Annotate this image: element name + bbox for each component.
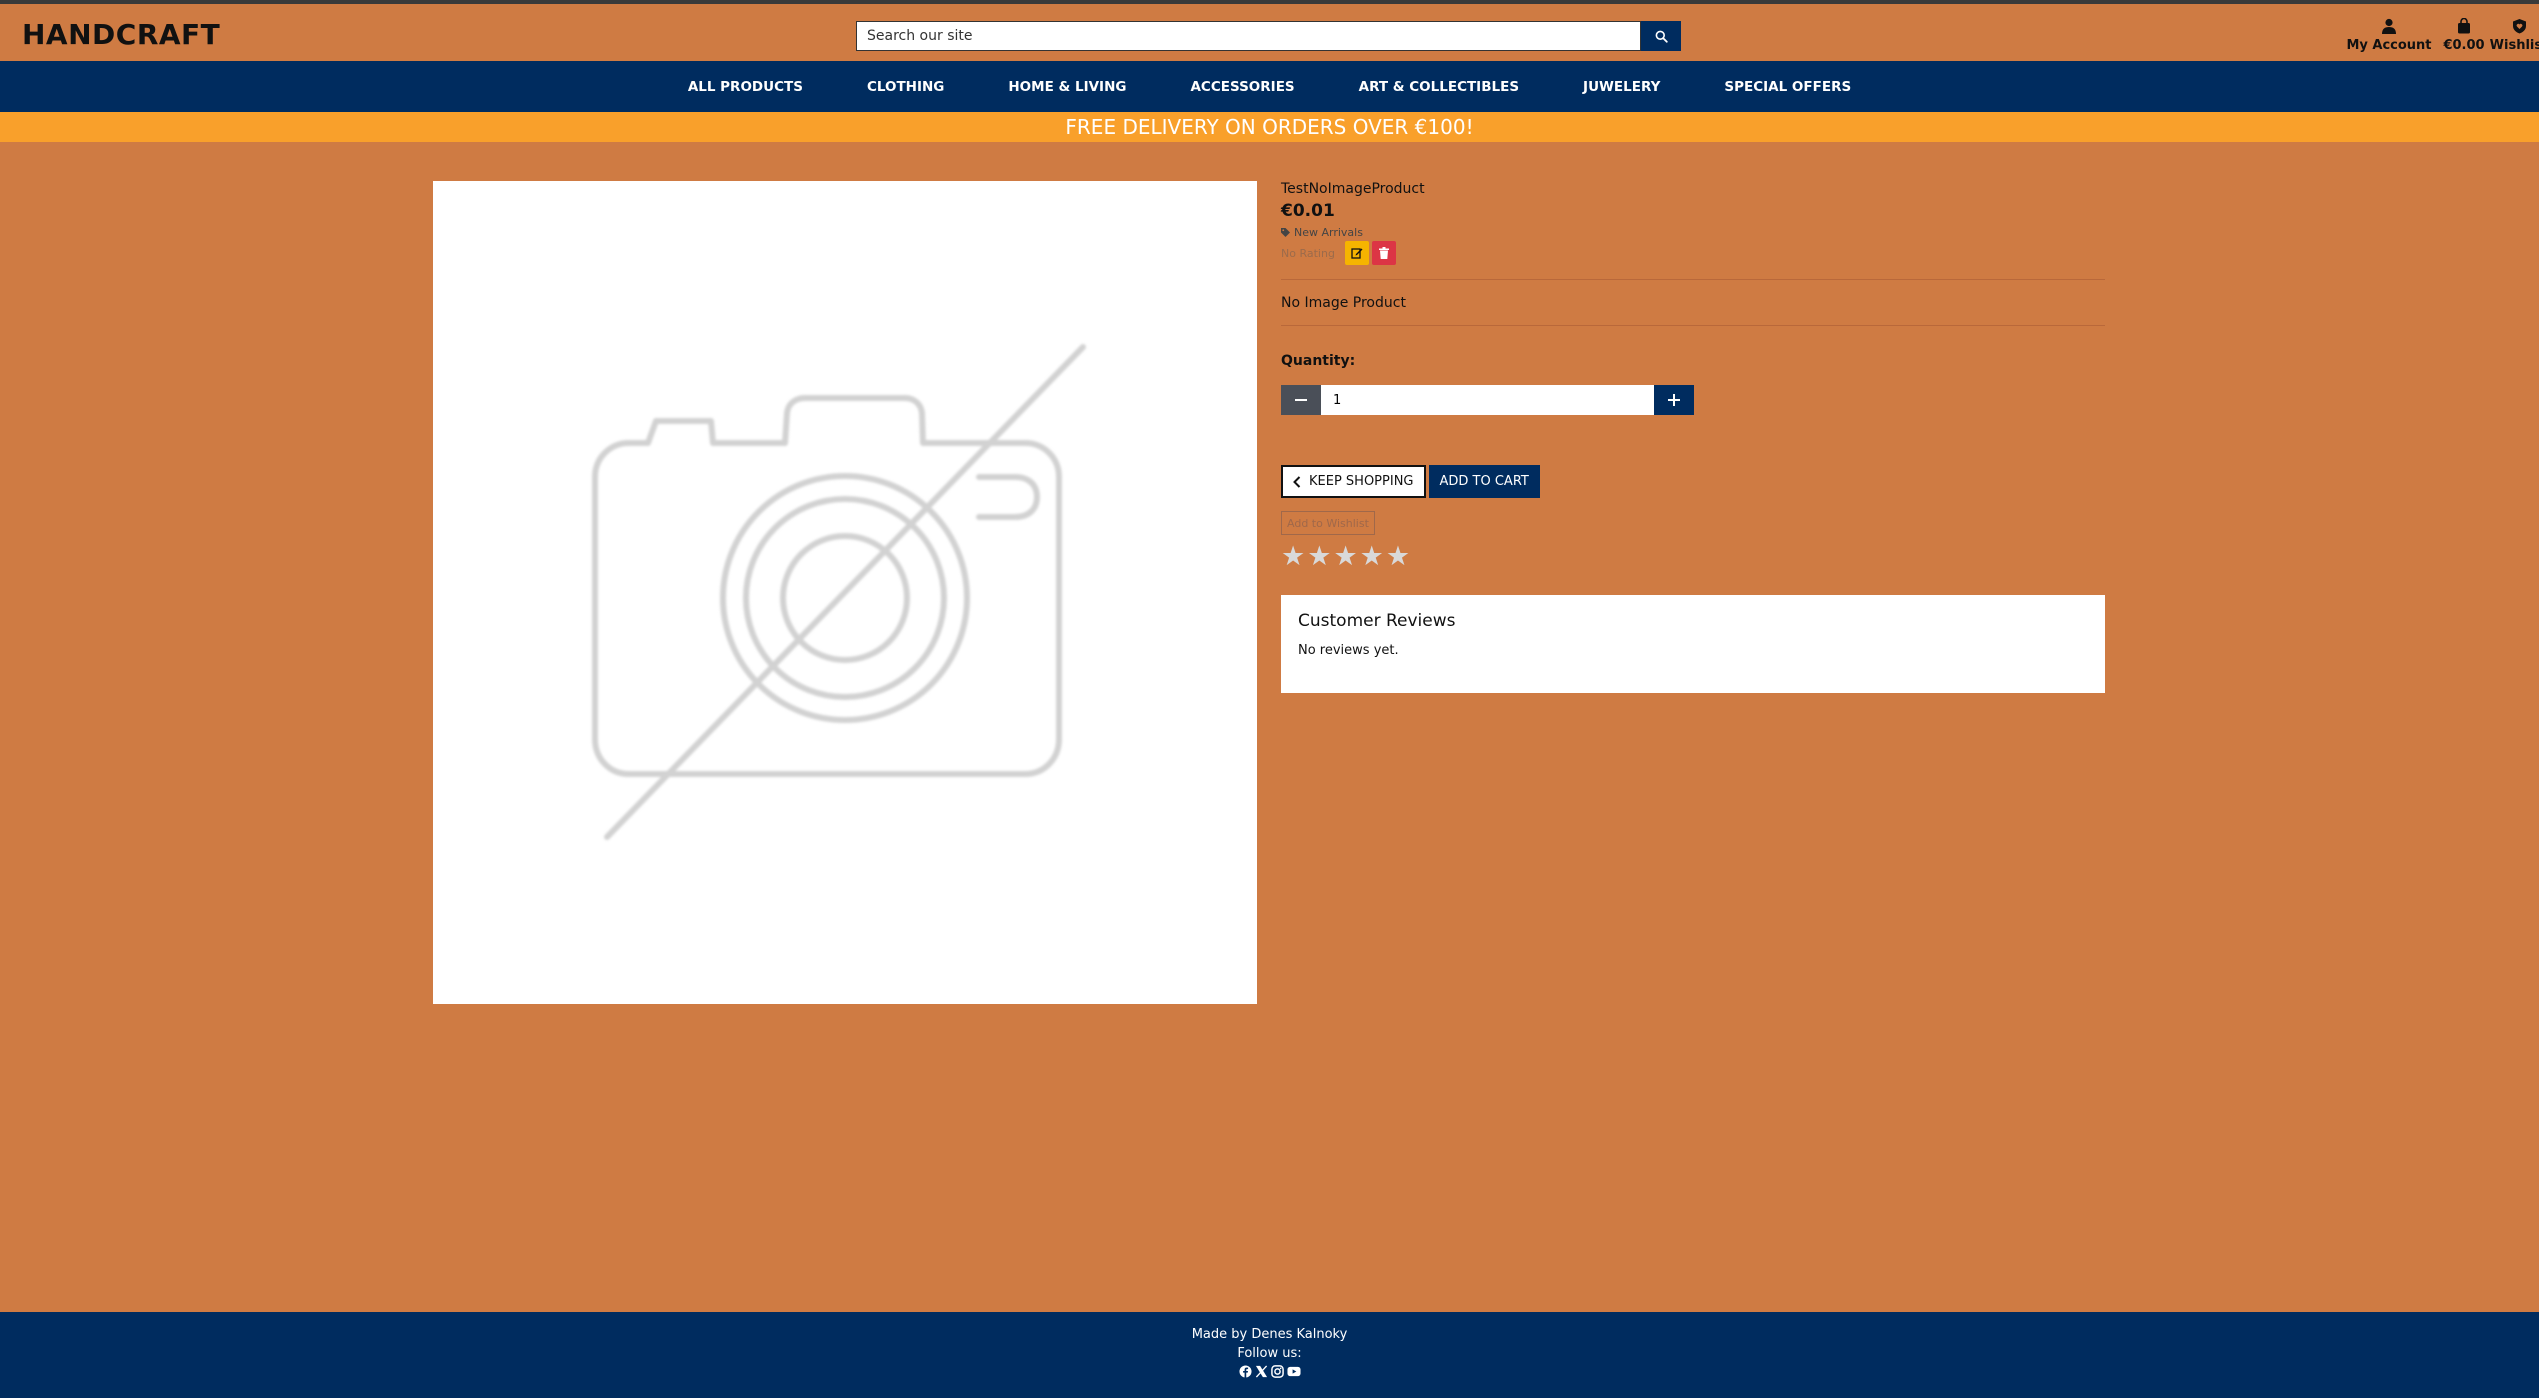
star-1[interactable]: ★ [1281,541,1305,573]
product-price: €0.01 [1281,201,1335,221]
product-image [433,181,1257,1004]
chevron-left-icon [1293,475,1301,488]
keep-shopping-label: KEEP SHOPPING [1309,474,1414,489]
shopping-bag-link[interactable]: €0.00 [2434,18,2494,53]
footer-credit: Made by Denes Kalnoky [1191,1327,1348,1342]
user-icon [2382,18,2396,34]
star-rating-input: ★ ★ ★ ★ ★ [1281,541,1410,573]
nav-special-offers[interactable]: SPECIAL OFFERS [1724,79,1851,95]
delivery-banner: FREE DELIVERY ON ORDERS OVER €100! [0,112,2539,142]
main-nav: ALL PRODUCTS CLOTHING HOME & LIVING ACCE… [0,61,2539,112]
wishlist-shield-icon [2512,19,2526,34]
instagram-icon[interactable] [1270,1365,1284,1378]
minus-icon [1295,399,1307,401]
x-icon[interactable] [1255,1365,1268,1378]
search-input[interactable] [856,21,1641,51]
no-image-camera-icon [592,344,1086,840]
no-rating-text: No Rating [1281,246,1335,260]
plus-icon [1668,394,1680,406]
nav-clothing[interactable]: CLOTHING [867,79,944,95]
action-buttons: KEEP SHOPPING ADD TO CART [1281,465,1540,498]
quantity-input[interactable] [1321,385,1654,415]
edit-product-button[interactable] [1344,241,1369,265]
edit-icon [1351,248,1363,259]
add-to-wishlist-button[interactable]: Add to Wishlist [1281,511,1375,535]
footer-follow: Follow us: [1237,1346,1302,1361]
nav-all-products[interactable]: ALL PRODUCTS [688,79,803,95]
facebook-icon[interactable] [1238,1365,1252,1378]
my-account-link[interactable]: My Account [2344,18,2434,53]
wishlist-link[interactable]: Wishlist [2490,18,2539,53]
wishlist-label: Wishlist [2489,38,2539,53]
product-category[interactable]: New Arrivals [1281,226,1363,239]
product-name: TestNoImageProduct [1281,181,1425,197]
search-icon [1655,30,1668,43]
quantity-decrement-button[interactable] [1281,385,1321,415]
no-reviews-text: No reviews yet. [1298,643,1399,658]
top-header: HANDCRAFT My Account €0.00 [0,0,2539,61]
quantity-increment-button[interactable] [1654,385,1694,415]
nav-juwelery[interactable]: JUWELERY [1583,79,1660,95]
add-to-cart-button[interactable]: ADD TO CART [1428,465,1540,498]
nav-art-collectibles[interactable]: ART & COLLECTIBLES [1359,79,1519,95]
reviews-title: Customer Reviews [1298,611,1456,631]
footer: Made by Denes Kalnoky Follow us: [0,1312,2539,1398]
delete-product-button[interactable] [1371,241,1396,265]
social-links [0,1365,2539,1378]
nav-accessories[interactable]: ACCESSORIES [1190,79,1294,95]
quantity-stepper [1281,385,1694,415]
divider [1281,279,2105,280]
keep-shopping-button[interactable]: KEEP SHOPPING [1281,465,1426,498]
quantity-label: Quantity: [1281,353,1356,369]
search-button[interactable] [1641,21,1681,51]
brand-logo[interactable]: HANDCRAFT [22,18,220,51]
customer-reviews-card: Customer Reviews No reviews yet. [1281,595,2105,693]
nav-home-living[interactable]: HOME & LIVING [1008,79,1126,95]
star-3[interactable]: ★ [1333,541,1357,573]
divider [1281,325,2105,326]
shopping-bag-icon [2458,18,2470,34]
star-2[interactable]: ★ [1307,541,1331,573]
product-description: No Image Product [1281,295,1406,311]
bag-total: €0.00 [2443,38,2485,53]
trash-icon [1378,247,1389,259]
search-bar [856,21,1681,51]
star-5[interactable]: ★ [1386,541,1410,573]
youtube-icon[interactable] [1286,1365,1301,1378]
my-account-label: My Account [2346,38,2432,53]
category-label: New Arrivals [1294,226,1363,239]
rating-row: No Rating [1281,241,1399,265]
star-4[interactable]: ★ [1360,541,1384,573]
tag-icon [1281,228,1290,237]
